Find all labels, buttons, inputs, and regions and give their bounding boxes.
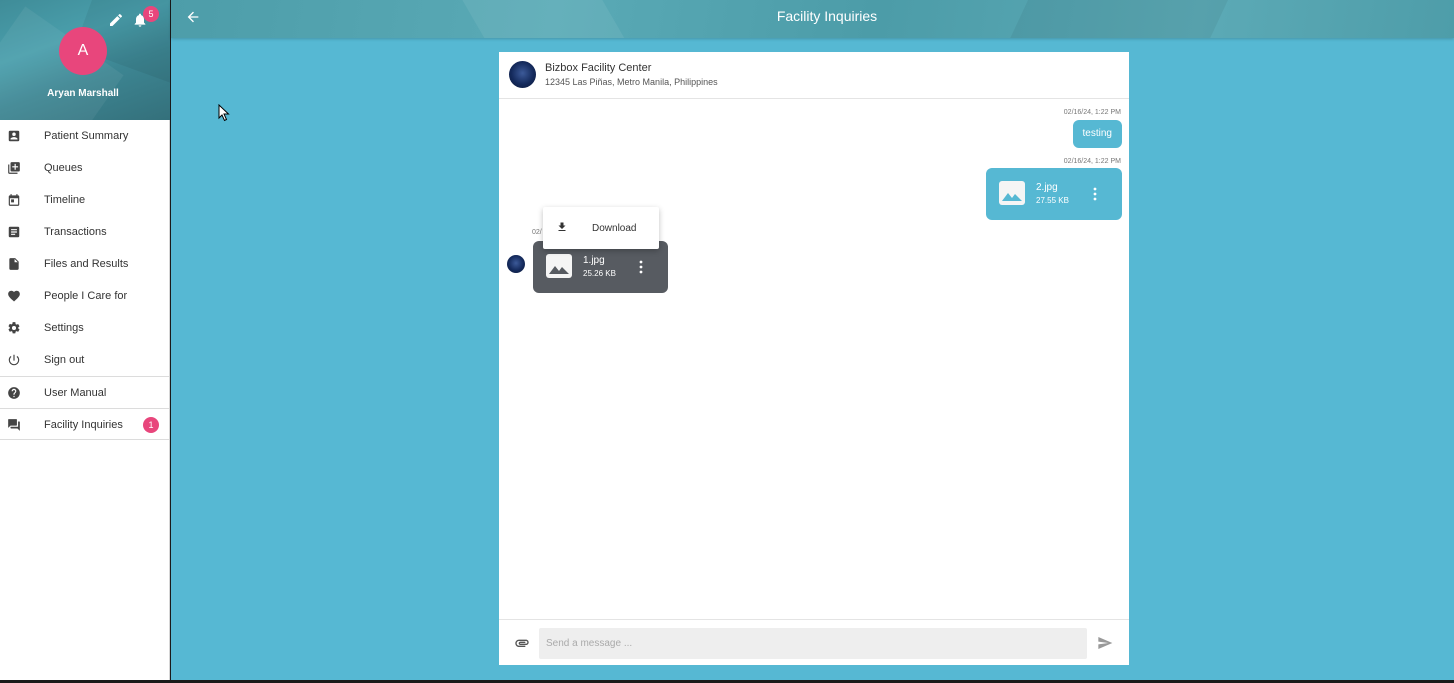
sidebar-item-queues[interactable]: Queues xyxy=(0,152,169,184)
avatar[interactable]: A xyxy=(59,27,107,75)
sidebar-item-user-manual[interactable]: User Manual xyxy=(0,376,169,408)
sidebar-item-sign-out[interactable]: Sign out xyxy=(0,344,169,376)
sidebar-item-people-i-care-for[interactable]: People I Care for xyxy=(0,280,169,312)
file-name: 2.jpg xyxy=(1036,182,1058,193)
chat-header: Bizbox Facility Center 12345 Las Piñas, … xyxy=(499,52,1129,99)
file-size: 25.26 KB xyxy=(583,269,616,278)
profile-header: 5 A Aryan Marshall xyxy=(0,0,170,120)
edit-icon[interactable] xyxy=(108,12,124,28)
facility-logo xyxy=(509,61,536,88)
sidebar-item-label: Settings xyxy=(44,322,84,334)
sidebar-item-label: Patient Summary xyxy=(44,130,129,142)
facility-address: 12345 Las Piñas, Metro Manila, Philippin… xyxy=(545,77,718,87)
sidebar-item-label: Facility Inquiries xyxy=(44,419,123,431)
download-icon xyxy=(558,222,566,231)
file-context-menu: Download xyxy=(543,207,659,249)
chat-panel: Bizbox Facility Center 12345 Las Piñas, … xyxy=(499,52,1129,665)
outgoing-file-bubble[interactable]: 2.jpg 27.55 KB xyxy=(986,168,1122,220)
power-icon xyxy=(8,354,20,366)
main-content: Facility Inquiries Bizbox Facility Cente… xyxy=(171,0,1454,680)
sidebar-item-label: Files and Results xyxy=(44,258,129,270)
sidebar-nav: Patient Summary Queues Timeline Transact… xyxy=(0,120,169,440)
image-file-icon xyxy=(999,181,1025,205)
inquiries-count-badge: 1 xyxy=(143,417,159,433)
message-timestamp: 02/ xyxy=(532,229,542,236)
calendar-icon xyxy=(8,194,20,206)
account-box-icon xyxy=(8,130,20,142)
message-timestamp: 02/16/24, 1:22 PM xyxy=(1063,158,1121,165)
sidebar-item-facility-inquiries[interactable]: Facility Inquiries 1 xyxy=(0,408,169,440)
sidebar-item-label: Transactions xyxy=(44,226,107,238)
sidebar-item-label: Queues xyxy=(44,162,83,174)
message-composer xyxy=(499,619,1129,665)
file-icon xyxy=(9,258,19,270)
notification-count-badge: 5 xyxy=(143,6,159,22)
outgoing-message-bubble[interactable]: testing xyxy=(1072,120,1122,148)
gear-icon xyxy=(8,322,20,334)
sidebar-item-files-and-results[interactable]: Files and Results xyxy=(0,248,169,280)
sidebar-item-label: Sign out xyxy=(44,354,85,366)
attachment-icon[interactable] xyxy=(514,635,530,651)
image-file-icon xyxy=(546,254,572,278)
sidebar-item-label: User Manual xyxy=(44,387,107,399)
file-name: 1.jpg xyxy=(583,255,605,266)
user-name: Aryan Marshall xyxy=(47,88,119,99)
more-vert-icon[interactable] xyxy=(1090,187,1100,201)
message-input[interactable] xyxy=(539,628,1087,659)
download-label: Download xyxy=(592,223,637,234)
sidebar-item-transactions[interactable]: Transactions xyxy=(0,216,169,248)
more-vert-icon[interactable] xyxy=(636,260,646,274)
sender-avatar xyxy=(507,255,525,273)
page-title: Facility Inquiries xyxy=(776,8,878,24)
message-timestamp: 02/16/24, 1:22 PM xyxy=(1063,109,1121,116)
sidebar-item-timeline[interactable]: Timeline xyxy=(0,184,169,216)
sidebar-item-label: Timeline xyxy=(44,194,86,206)
sidebar-item-label: People I Care for xyxy=(44,290,128,302)
download-menu-item[interactable]: Download xyxy=(543,207,659,249)
top-bar: Facility Inquiries xyxy=(171,0,1454,38)
mouse-cursor-icon xyxy=(218,104,230,122)
queue-add-icon xyxy=(8,162,20,174)
heart-icon xyxy=(8,290,20,302)
file-size: 27.55 KB xyxy=(1036,196,1069,205)
sidebar-item-settings[interactable]: Settings xyxy=(0,312,169,344)
sidebar-item-patient-summary[interactable]: Patient Summary xyxy=(0,120,169,152)
list-icon xyxy=(8,226,20,238)
sidebar: 5 A Aryan Marshall Patient Summary Queue… xyxy=(0,0,170,680)
send-icon[interactable] xyxy=(1097,635,1113,651)
facility-name: Bizbox Facility Center xyxy=(545,62,652,74)
forum-icon xyxy=(8,419,20,431)
help-icon xyxy=(8,387,20,399)
